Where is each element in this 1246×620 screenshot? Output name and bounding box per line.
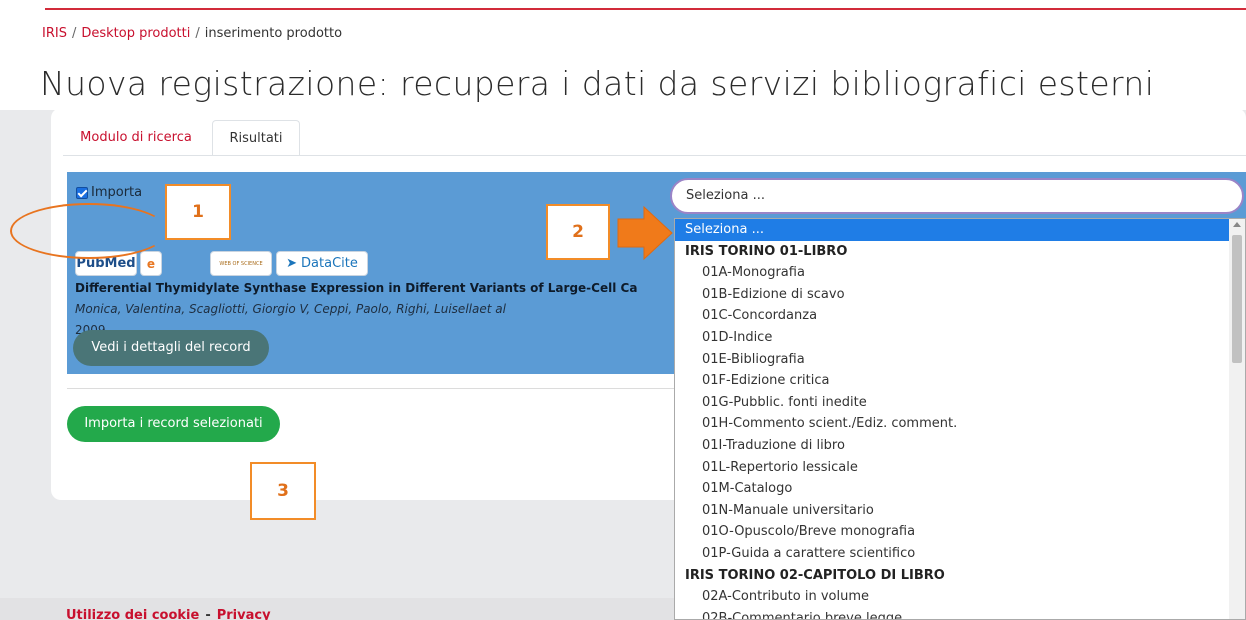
- annotation-box-1: 1: [165, 184, 231, 240]
- header-accent-line: [45, 8, 1246, 10]
- footer-separator: -: [205, 608, 211, 620]
- footer-link-privacy[interactable]: Privacy: [217, 608, 271, 620]
- record-title: Differential Thymidylate Synthase Expres…: [75, 281, 638, 295]
- dropdown-option[interactable]: 01L-Repertorio lessicale: [675, 457, 1230, 479]
- web-of-science-logo-text: WEB OF SCIENCE: [219, 260, 263, 267]
- dropdown-option[interactable]: 01O-Opuscolo/Breve monografia: [675, 521, 1230, 543]
- breadcrumb-iris[interactable]: IRIS: [42, 26, 67, 41]
- dropdown-options: Seleziona ... IRIS TORINO 01-LIBRO 01A-Mon…: [675, 219, 1230, 619]
- dropdown-group-header: IRIS TORINO 02-CAPITOLO DI LIBRO: [685, 567, 945, 583]
- web-of-science-logo: WEB OF SCIENCE: [210, 251, 272, 276]
- breadcrumb-separator: /: [71, 26, 77, 41]
- annotation-box-3: 3: [250, 462, 316, 520]
- dropdown-option[interactable]: 01E-Bibliografia: [675, 349, 1230, 371]
- scroll-up-arrow-icon[interactable]: [1233, 222, 1241, 227]
- import-selected-records-button[interactable]: Importa i record selezionati: [67, 406, 280, 442]
- footer-links: Utilizzo dei cookie - Privacy: [66, 608, 271, 620]
- record-authors: Monica, Valentina, Scagliotti, Giorgio V…: [75, 302, 506, 316]
- datacite-logo-text: DataCite: [301, 256, 358, 271]
- dropdown-option[interactable]: 01B-Edizione di scavo: [675, 284, 1230, 306]
- datacite-icon: ➤: [286, 256, 298, 271]
- dropdown-option[interactable]: 01A-Monografia: [675, 262, 1230, 284]
- import-checkbox-label: Importa: [91, 185, 143, 200]
- breadcrumb-separator: /: [195, 26, 200, 41]
- dropdown-option[interactable]: 01D-Indice: [675, 327, 1230, 349]
- dropdown-option[interactable]: 01P-Guida a carattere scientifico: [675, 543, 1230, 565]
- view-record-details-button[interactable]: Vedi i dettagli del record: [73, 330, 269, 366]
- tab-modulo-di-ricerca[interactable]: Modulo di ricerca: [63, 120, 209, 156]
- scopus-logo: e: [140, 251, 162, 276]
- dropdown-option[interactable]: 01I-Traduzione di libro: [675, 435, 1230, 457]
- dropdown-option[interactable]: 01M-Catalogo: [675, 478, 1230, 500]
- dropdown-group-header: IRIS TORINO 01-LIBRO: [685, 243, 848, 259]
- type-select[interactable]: Seleziona ...: [670, 178, 1244, 214]
- dropdown-option[interactable]: 01C-Concordanza: [675, 305, 1230, 327]
- dropdown-option[interactable]: 01N-Manuale universitario: [675, 500, 1230, 522]
- annotation-ellipse: [10, 203, 168, 259]
- dropdown-option[interactable]: 01F-Edizione critica: [675, 370, 1230, 392]
- import-checkbox-row: Importa: [76, 185, 142, 200]
- annotation-box-2: 2: [546, 204, 610, 260]
- breadcrumb-current: inserimento prodotto: [204, 26, 343, 41]
- tab-risultati[interactable]: Risultati: [212, 120, 300, 156]
- tab-divider: [63, 155, 1246, 156]
- footer-link-cookie[interactable]: Utilizzo dei cookie: [66, 608, 199, 620]
- import-checkbox[interactable]: [76, 186, 88, 199]
- breadcrumb-desktop-prodotti[interactable]: Desktop prodotti: [81, 26, 190, 41]
- scopus-logo-text: e: [146, 256, 156, 271]
- type-dropdown-list: Seleziona ... IRIS TORINO 01-LIBRO 01A-Mon…: [674, 218, 1246, 620]
- dropdown-scrollbar[interactable]: [1229, 219, 1245, 619]
- dropdown-option[interactable]: 01G-Pubblic. fonti inedite: [675, 392, 1230, 414]
- dropdown-option[interactable]: 01H-Commento scient./Ediz. comment.: [675, 413, 1230, 435]
- dropdown-option[interactable]: Seleziona ...: [675, 219, 1230, 241]
- annotation-arrow-icon: [617, 205, 673, 261]
- dropdown-option[interactable]: 02A-Contributo in volume: [675, 586, 1230, 608]
- datacite-logo: ➤ DataCite: [276, 251, 368, 276]
- page-title: Nuova registrazione: recupera i dati da …: [40, 64, 1155, 103]
- breadcrumb: IRIS / Desktop prodotti / inserimento prodot…: [42, 26, 342, 41]
- scrollbar-thumb[interactable]: [1232, 235, 1242, 363]
- dropdown-option[interactable]: 02B-Commentario breve legge: [675, 608, 1230, 619]
